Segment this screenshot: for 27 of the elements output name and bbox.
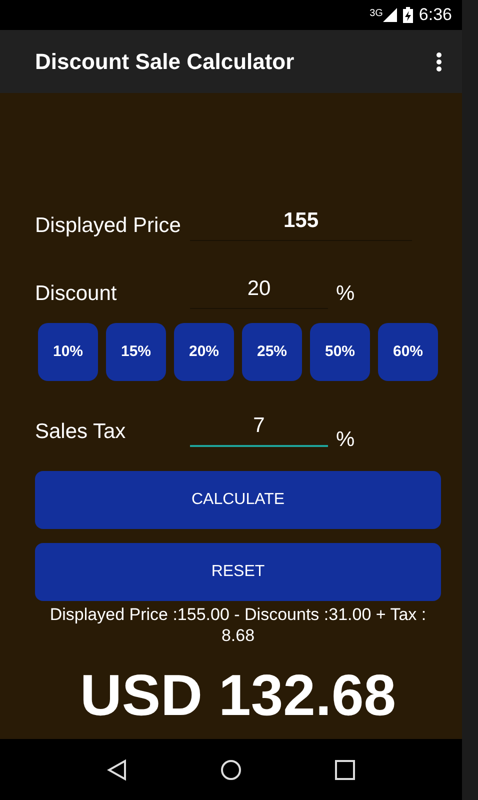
home-icon[interactable] xyxy=(220,758,242,781)
input-field[interactable]: 20 xyxy=(190,272,328,310)
discount-preset-button[interactable]: 60% xyxy=(378,323,438,382)
result-summary: Displayed Price :155.00 - Discounts :31.00 + Tax : 8.68 xyxy=(48,605,428,646)
discount-preset-button[interactable]: 20% xyxy=(174,323,234,382)
total-amount: USD 132.68 xyxy=(79,662,397,730)
discount-preset-button[interactable]: 25% xyxy=(242,323,302,382)
percent-sign: % xyxy=(336,280,355,307)
discount-preset-button[interactable]: 15% xyxy=(106,323,166,382)
battery-icon xyxy=(402,6,413,23)
input-field[interactable]: 155 xyxy=(190,204,412,242)
clock: 6:36 xyxy=(418,4,452,26)
discount-preset-button[interactable]: 50% xyxy=(310,323,370,382)
overflow-menu-icon[interactable] xyxy=(436,52,442,72)
signal-icon xyxy=(382,8,397,22)
input-field[interactable]: 7 xyxy=(190,410,328,448)
discount-preset-button[interactable]: 10% xyxy=(38,323,98,382)
field-label: Discount xyxy=(35,280,118,307)
field-label: Displayed Price xyxy=(35,212,182,239)
field-label: Sales Tax xyxy=(35,418,127,445)
recents-icon[interactable] xyxy=(335,760,356,780)
action-button[interactable]: RESET xyxy=(35,543,441,602)
app-title: Discount Sale Calculator xyxy=(35,48,294,76)
network-type: 3G xyxy=(370,7,383,21)
percent-sign: % xyxy=(336,426,355,453)
back-icon[interactable] xyxy=(106,758,127,781)
action-button[interactable]: CALCULATE xyxy=(35,471,441,530)
